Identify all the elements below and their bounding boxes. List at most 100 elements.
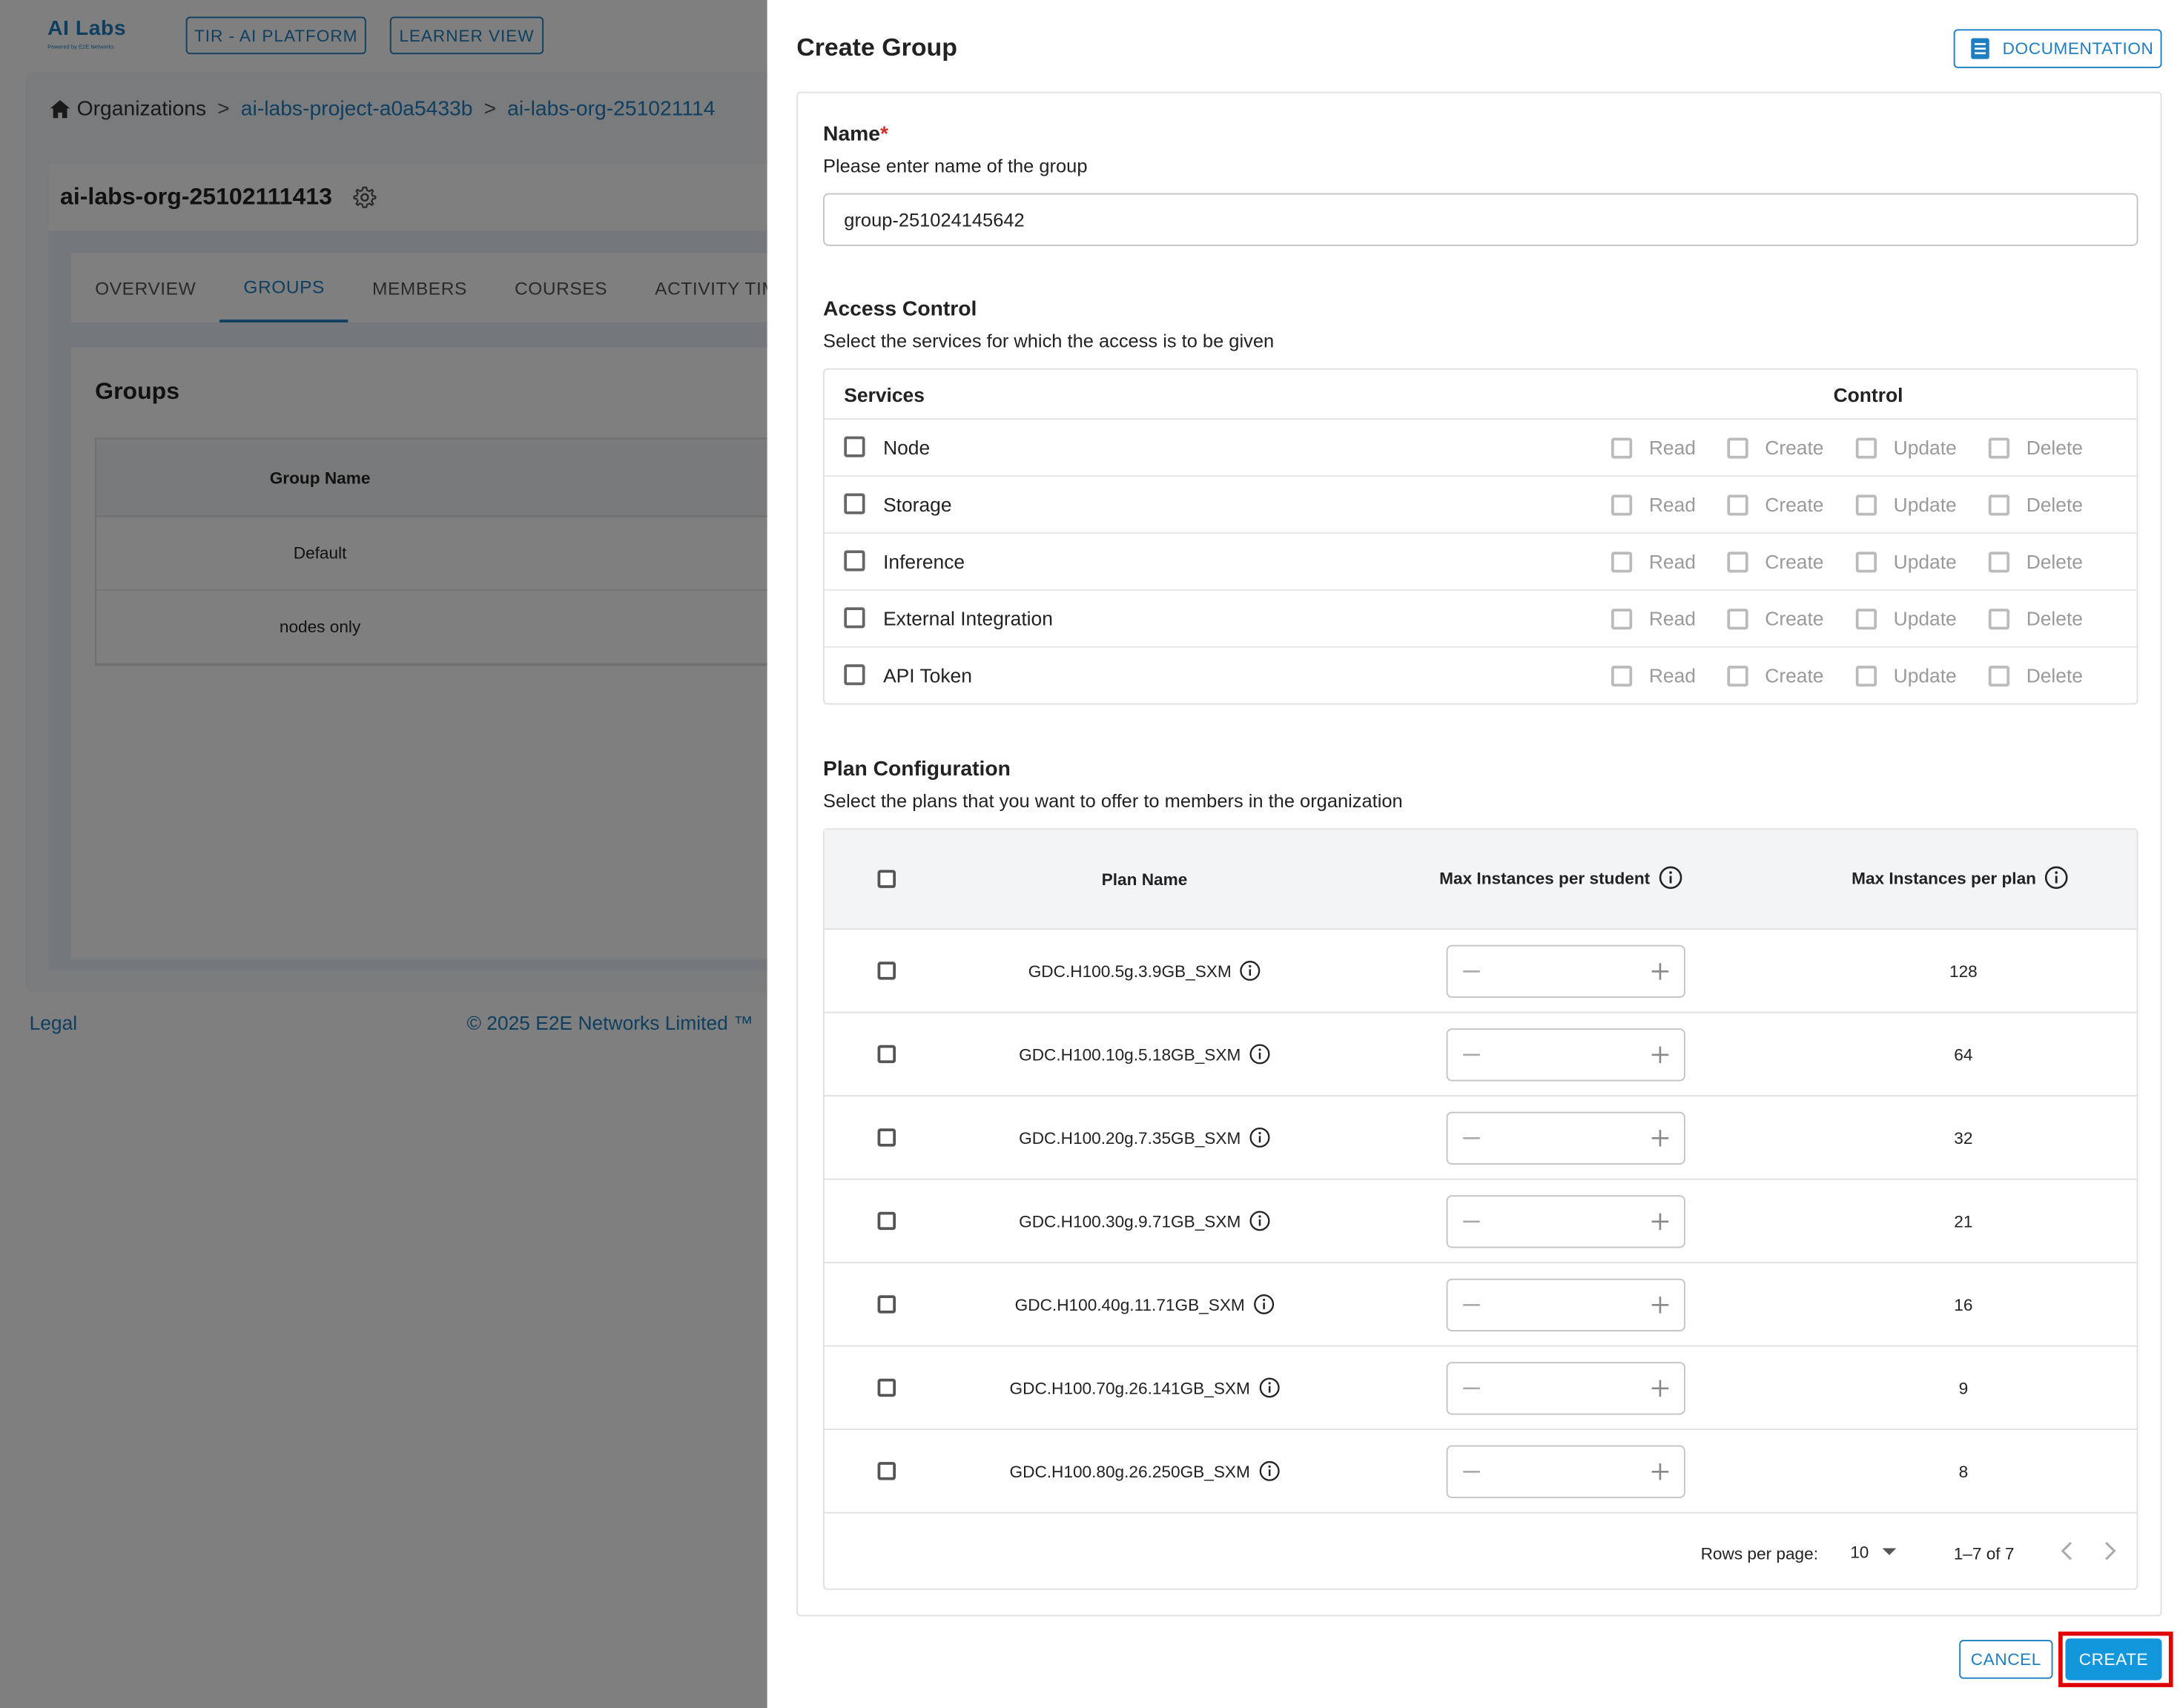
chevron-left-icon[interactable] [2060, 1541, 2074, 1560]
rows-per-page-value: 10 [1850, 1542, 1869, 1563]
permission-label: Delete [2026, 493, 2083, 516]
permission-create: Create [1727, 664, 1823, 686]
permission-checkbox[interactable] [1855, 608, 1877, 629]
access-control-hint: Select the services for which the access… [823, 331, 1275, 352]
info-icon[interactable] [1240, 960, 1261, 981]
cancel-button[interactable]: CANCEL [1959, 1640, 2053, 1679]
permission-read: Read [1611, 437, 1696, 459]
info-icon[interactable] [1249, 1211, 1270, 1231]
permission-checkbox[interactable] [1988, 494, 2010, 515]
plan-checkbox[interactable] [877, 1045, 896, 1064]
permission-checkbox[interactable] [1611, 437, 1633, 458]
permission-checkbox[interactable] [1727, 551, 1748, 572]
minus-icon[interactable] [1461, 1041, 1481, 1068]
service-checkbox[interactable] [844, 493, 865, 514]
quantity-stepper[interactable] [1446, 1445, 1685, 1498]
permission-checkbox[interactable] [1988, 437, 2010, 458]
permission-read: Read [1611, 494, 1696, 516]
max-instances-per-plan: 9 [1958, 1378, 1969, 1398]
create-button[interactable]: CREATE [2065, 1638, 2162, 1681]
control-column: Control [1833, 383, 1903, 406]
plan-checkbox[interactable] [877, 1295, 896, 1314]
service-label: API Token [883, 664, 972, 687]
plan-row: GDC.H100.20g.7.35GB_SXM 32 [824, 1096, 2137, 1180]
minus-icon[interactable] [1461, 1125, 1481, 1152]
select-all-checkbox[interactable] [877, 870, 896, 888]
service-checkbox[interactable] [844, 550, 865, 572]
quantity-stepper[interactable] [1446, 1362, 1685, 1415]
plus-icon[interactable] [1651, 1374, 1670, 1402]
per-plan-column: Max Instances per plan [1852, 866, 2068, 890]
minus-icon[interactable] [1461, 1458, 1481, 1486]
info-icon[interactable] [1249, 1127, 1270, 1148]
permission-update: Update [1855, 664, 1957, 686]
permission-checkbox[interactable] [1611, 551, 1633, 572]
permission-checkbox[interactable] [1855, 437, 1877, 458]
minus-icon[interactable] [1461, 1208, 1481, 1235]
pagination-range: 1–7 of 7 [1953, 1543, 2015, 1564]
permission-checkbox[interactable] [1611, 665, 1633, 686]
permission-read: Read [1611, 664, 1696, 686]
plus-icon[interactable] [1651, 1458, 1670, 1486]
documentation-label: DOCUMENTATION [2002, 39, 2154, 59]
info-icon[interactable] [1258, 1460, 1279, 1481]
services-table: Services Control Node Read Create Update Del… [823, 368, 2138, 705]
service-row: Inference Read Create Update Delete [824, 534, 2137, 591]
plan-checkbox[interactable] [877, 961, 896, 980]
permission-checkbox[interactable] [1727, 665, 1748, 686]
permission-checkbox[interactable] [1855, 665, 1877, 686]
permission-delete: Delete [1988, 550, 2083, 572]
plus-icon[interactable] [1651, 1041, 1670, 1068]
quantity-stepper[interactable] [1446, 944, 1685, 999]
quantity-stepper[interactable] [1446, 1195, 1685, 1248]
permission-checkbox[interactable] [1988, 551, 2010, 572]
info-icon[interactable] [1258, 1377, 1279, 1398]
plan-name-text: GDC.H100.70g.26.141GB_SXM [1009, 1377, 1250, 1398]
permission-read: Read [1611, 550, 1696, 572]
name-label: Name* [823, 122, 888, 146]
permission-create: Create [1727, 494, 1823, 516]
minus-icon[interactable] [1461, 1291, 1481, 1319]
chevron-right-icon[interactable] [2103, 1541, 2117, 1560]
permission-checkbox[interactable] [1611, 494, 1633, 515]
info-icon[interactable] [1659, 866, 1682, 890]
name-label-text: Name [823, 122, 881, 146]
plan-name-text: GDC.H100.5g.3.9GB_SXM [1028, 961, 1232, 981]
group-name-input[interactable] [823, 193, 2138, 246]
service-checkbox[interactable] [844, 436, 865, 457]
permission-checkbox[interactable] [1855, 494, 1877, 515]
service-row: API Token Read Create Update Delete [825, 648, 2137, 705]
info-icon[interactable] [2044, 866, 2068, 890]
permission-checkbox[interactable] [1988, 665, 2010, 686]
permission-checkbox[interactable] [1855, 551, 1877, 572]
quantity-stepper[interactable] [1446, 1111, 1685, 1165]
permission-checkbox[interactable] [1727, 608, 1748, 629]
service-checkbox[interactable] [844, 664, 865, 686]
plan-checkbox[interactable] [877, 1128, 896, 1147]
quantity-stepper[interactable] [1446, 1278, 1685, 1331]
documentation-button[interactable]: DOCUMENTATION [1953, 29, 2162, 68]
info-icon[interactable] [1249, 1044, 1270, 1065]
document-icon [1971, 38, 1989, 59]
plus-icon[interactable] [1651, 1125, 1670, 1152]
permission-checkbox[interactable] [1611, 608, 1633, 629]
services-column: Services [844, 383, 925, 406]
service-checkbox[interactable] [844, 607, 865, 629]
quantity-stepper[interactable] [1446, 1028, 1685, 1082]
permission-checkbox[interactable] [1988, 608, 2010, 629]
info-icon[interactable] [1253, 1294, 1274, 1314]
max-instances-per-plan: 64 [1954, 1045, 1973, 1065]
plan-checkbox[interactable] [877, 1211, 896, 1231]
plus-icon[interactable] [1651, 958, 1670, 985]
plus-icon[interactable] [1651, 1291, 1670, 1319]
plus-icon[interactable] [1651, 1208, 1670, 1235]
plan-checkbox[interactable] [877, 1378, 896, 1397]
plan-checkbox[interactable] [877, 1462, 896, 1480]
permission-checkbox[interactable] [1727, 437, 1748, 458]
per-student-column-label: Max Instances per student [1439, 867, 1651, 887]
rows-per-page-select[interactable]: 10 [1850, 1543, 1897, 1562]
plan-name: GDC.H100.5g.3.9GB_SXM [951, 960, 1339, 981]
permission-checkbox[interactable] [1727, 494, 1748, 515]
minus-icon[interactable] [1461, 958, 1481, 985]
minus-icon[interactable] [1461, 1374, 1481, 1402]
